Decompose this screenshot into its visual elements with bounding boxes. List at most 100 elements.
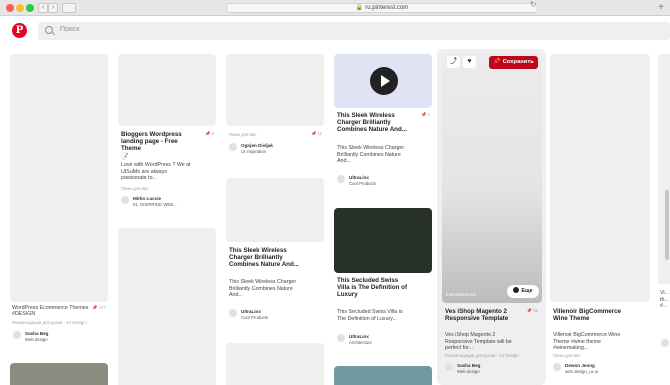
- share-icon: ⤴: [450, 58, 457, 65]
- pinner-name[interactable]: UltraLinx: [241, 309, 261, 314]
- pinterest-logo-icon[interactable]: P: [12, 23, 27, 38]
- new-tab-icon[interactable]: +: [658, 2, 664, 13]
- address-bar[interactable]: 🔒 ru.pinterest.com: [226, 3, 538, 13]
- pin-image[interactable]: [334, 366, 432, 385]
- pin-image[interactable]: [226, 343, 324, 385]
- repin-count-value: 177: [98, 305, 106, 310]
- pin-description: Love with WordPress ? We at UISuMo are a…: [121, 162, 191, 182]
- pin-image[interactable]: [10, 54, 108, 302]
- more-dot-icon: [513, 287, 520, 294]
- pin-image[interactable]: [226, 178, 324, 242]
- close-window-button[interactable]: [6, 4, 14, 12]
- pin-image[interactable]: [10, 363, 108, 385]
- more-button[interactable]: Еще: [507, 285, 539, 298]
- repin-count-value: 38: [533, 308, 538, 313]
- scrollbar-thumb[interactable]: [665, 190, 669, 260]
- pinner-name[interactable]: Dewon Jeong: [565, 363, 595, 368]
- pin-title[interactable]: This Sleek Wireless Charger Brilliantly …: [337, 112, 412, 134]
- avatar[interactable]: [229, 309, 237, 317]
- pin-card[interactable]: Ves iShop Magento 2 Responsive Template …: [442, 54, 542, 384]
- source-domain[interactable]: themeforest.net: [446, 292, 476, 297]
- pin-card[interactable]: Пины для вас 📌 11 Ognjen Divljak UI insp…: [226, 54, 324, 164]
- board-name[interactable]: Web design: [25, 337, 48, 342]
- avatar[interactable]: [337, 175, 345, 183]
- site-header: P Поиск: [0, 17, 670, 45]
- board-name[interactable]: Cool Products: [349, 181, 376, 186]
- pin-title[interactable]: WordPress Ecommerce Themes #DESIGN: [12, 305, 90, 318]
- avatar[interactable]: [661, 339, 669, 347]
- board-name[interactable]: Web design: [457, 369, 480, 374]
- avatar[interactable]: [229, 143, 237, 151]
- pin-title[interactable]: This Secluded Swiss Villa is The Definit…: [337, 277, 412, 299]
- avatar[interactable]: [337, 334, 345, 342]
- like-button[interactable]: ♥: [463, 56, 476, 68]
- pin-description: Vi... th... #...: [660, 290, 670, 310]
- avatar[interactable]: [121, 196, 129, 204]
- memo-icon: 📝: [121, 154, 129, 160]
- pin-source-meta: Рекомендации для доски - AJ Design -: [445, 353, 522, 358]
- heart-icon: ♥: [467, 58, 472, 65]
- avatar[interactable]: [13, 331, 21, 339]
- lock-icon: 🔒: [355, 5, 364, 11]
- pin-title[interactable]: This Sleek Wireless Charger Brilliantly …: [229, 247, 304, 269]
- pinner-name[interactable]: Sasha Beg: [25, 331, 49, 336]
- pin-count-icon: 📌: [310, 131, 317, 136]
- pin-count-icon: 📌: [92, 305, 98, 310]
- pin-count-icon: 📌: [205, 131, 211, 136]
- browser-toolbar: ‹ › 🔒 ru.pinterest.com ↻ +: [0, 0, 670, 16]
- board-name[interactable]: UI inspiration: [241, 149, 266, 154]
- pin-title[interactable]: Villenoir BigCommerce Wine Theme: [553, 308, 628, 322]
- pinner-name[interactable]: UltraLinx: [349, 334, 369, 339]
- save-button[interactable]: 📌 Сохранить: [489, 56, 538, 69]
- pin-title[interactable]: Ves iShop Magento 2 Responsive Template: [445, 308, 520, 322]
- board-name[interactable]: Architecture: [349, 340, 372, 345]
- zoom-window-button[interactable]: [26, 4, 34, 12]
- pin-card[interactable]: WordPress Ecommerce Themes #DESIGN 📌 177…: [10, 54, 108, 354]
- pin-source-meta: Пины для вас: [553, 353, 581, 358]
- pin-icon: 📌: [493, 59, 501, 65]
- pin-image[interactable]: [118, 228, 216, 385]
- pinner-name[interactable]: Ognjen Divljak: [241, 143, 273, 148]
- back-button[interactable]: ‹: [38, 3, 48, 13]
- repin-count-value: 1: [427, 112, 430, 117]
- pin-title[interactable]: Bloggers Wordpress landing page - Free T…: [121, 131, 191, 153]
- pin-source-meta: Пины для вас: [229, 132, 257, 137]
- search-input[interactable]: Поиск: [38, 22, 670, 40]
- pin-source-meta: Пины для вас: [121, 186, 149, 191]
- board-name[interactable]: Cool Products: [241, 315, 268, 320]
- pin-image[interactable]: [334, 208, 432, 273]
- pinner-name[interactable]: Mirko Luccie: [133, 196, 161, 201]
- pinner-name[interactable]: Sasha Beg: [457, 363, 481, 368]
- pin-card[interactable]: [334, 366, 432, 385]
- chevron-right-icon: ›: [51, 4, 55, 11]
- reload-icon[interactable]: ↻: [530, 0, 537, 9]
- pin-image[interactable]: [442, 54, 542, 303]
- pin-card[interactable]: [226, 343, 324, 385]
- forward-button[interactable]: ›: [48, 3, 58, 13]
- pin-card[interactable]: Villenoir BigCommerce Wine Theme Villeno…: [550, 54, 650, 384]
- repin-count: 📌 1: [404, 112, 430, 118]
- pin-image[interactable]: [550, 54, 650, 302]
- play-video-icon[interactable]: [370, 67, 398, 95]
- pin-image[interactable]: [118, 54, 216, 126]
- board-name[interactable]: 01. INSPIRING WEB...: [133, 202, 177, 207]
- pin-description: This Sleek Wireless Charger Brilliantly …: [337, 145, 405, 165]
- repin-count: 📌 11: [296, 131, 322, 137]
- board-name[interactable]: web design_ux ui: [565, 369, 598, 374]
- pin-image[interactable]: [226, 54, 324, 126]
- pin-card[interactable]: [10, 363, 108, 385]
- pin-card[interactable]: This Sleek Wireless Charger Brilliantly …: [226, 178, 324, 338]
- minimize-window-button[interactable]: [16, 4, 24, 12]
- avatar[interactable]: [553, 363, 561, 371]
- pin-card[interactable]: Bloggers Wordpress landing page - Free T…: [118, 54, 216, 219]
- pin-card[interactable]: This Secluded Swiss Villa is The Definit…: [334, 208, 432, 353]
- url-text: ru.pinterest.com: [365, 5, 409, 11]
- pin-description: Ves iShop Magento 2 Responsive Template …: [445, 332, 512, 352]
- pin-card[interactable]: [118, 228, 216, 385]
- pinner-name[interactable]: UltraLinx: [349, 175, 369, 180]
- sidebar-toggle-button[interactable]: [62, 3, 76, 13]
- search-placeholder: Поиск: [60, 26, 80, 33]
- share-button[interactable]: ⤴: [447, 56, 460, 68]
- repin-count: 📌 6: [188, 131, 214, 137]
- avatar[interactable]: [445, 363, 453, 371]
